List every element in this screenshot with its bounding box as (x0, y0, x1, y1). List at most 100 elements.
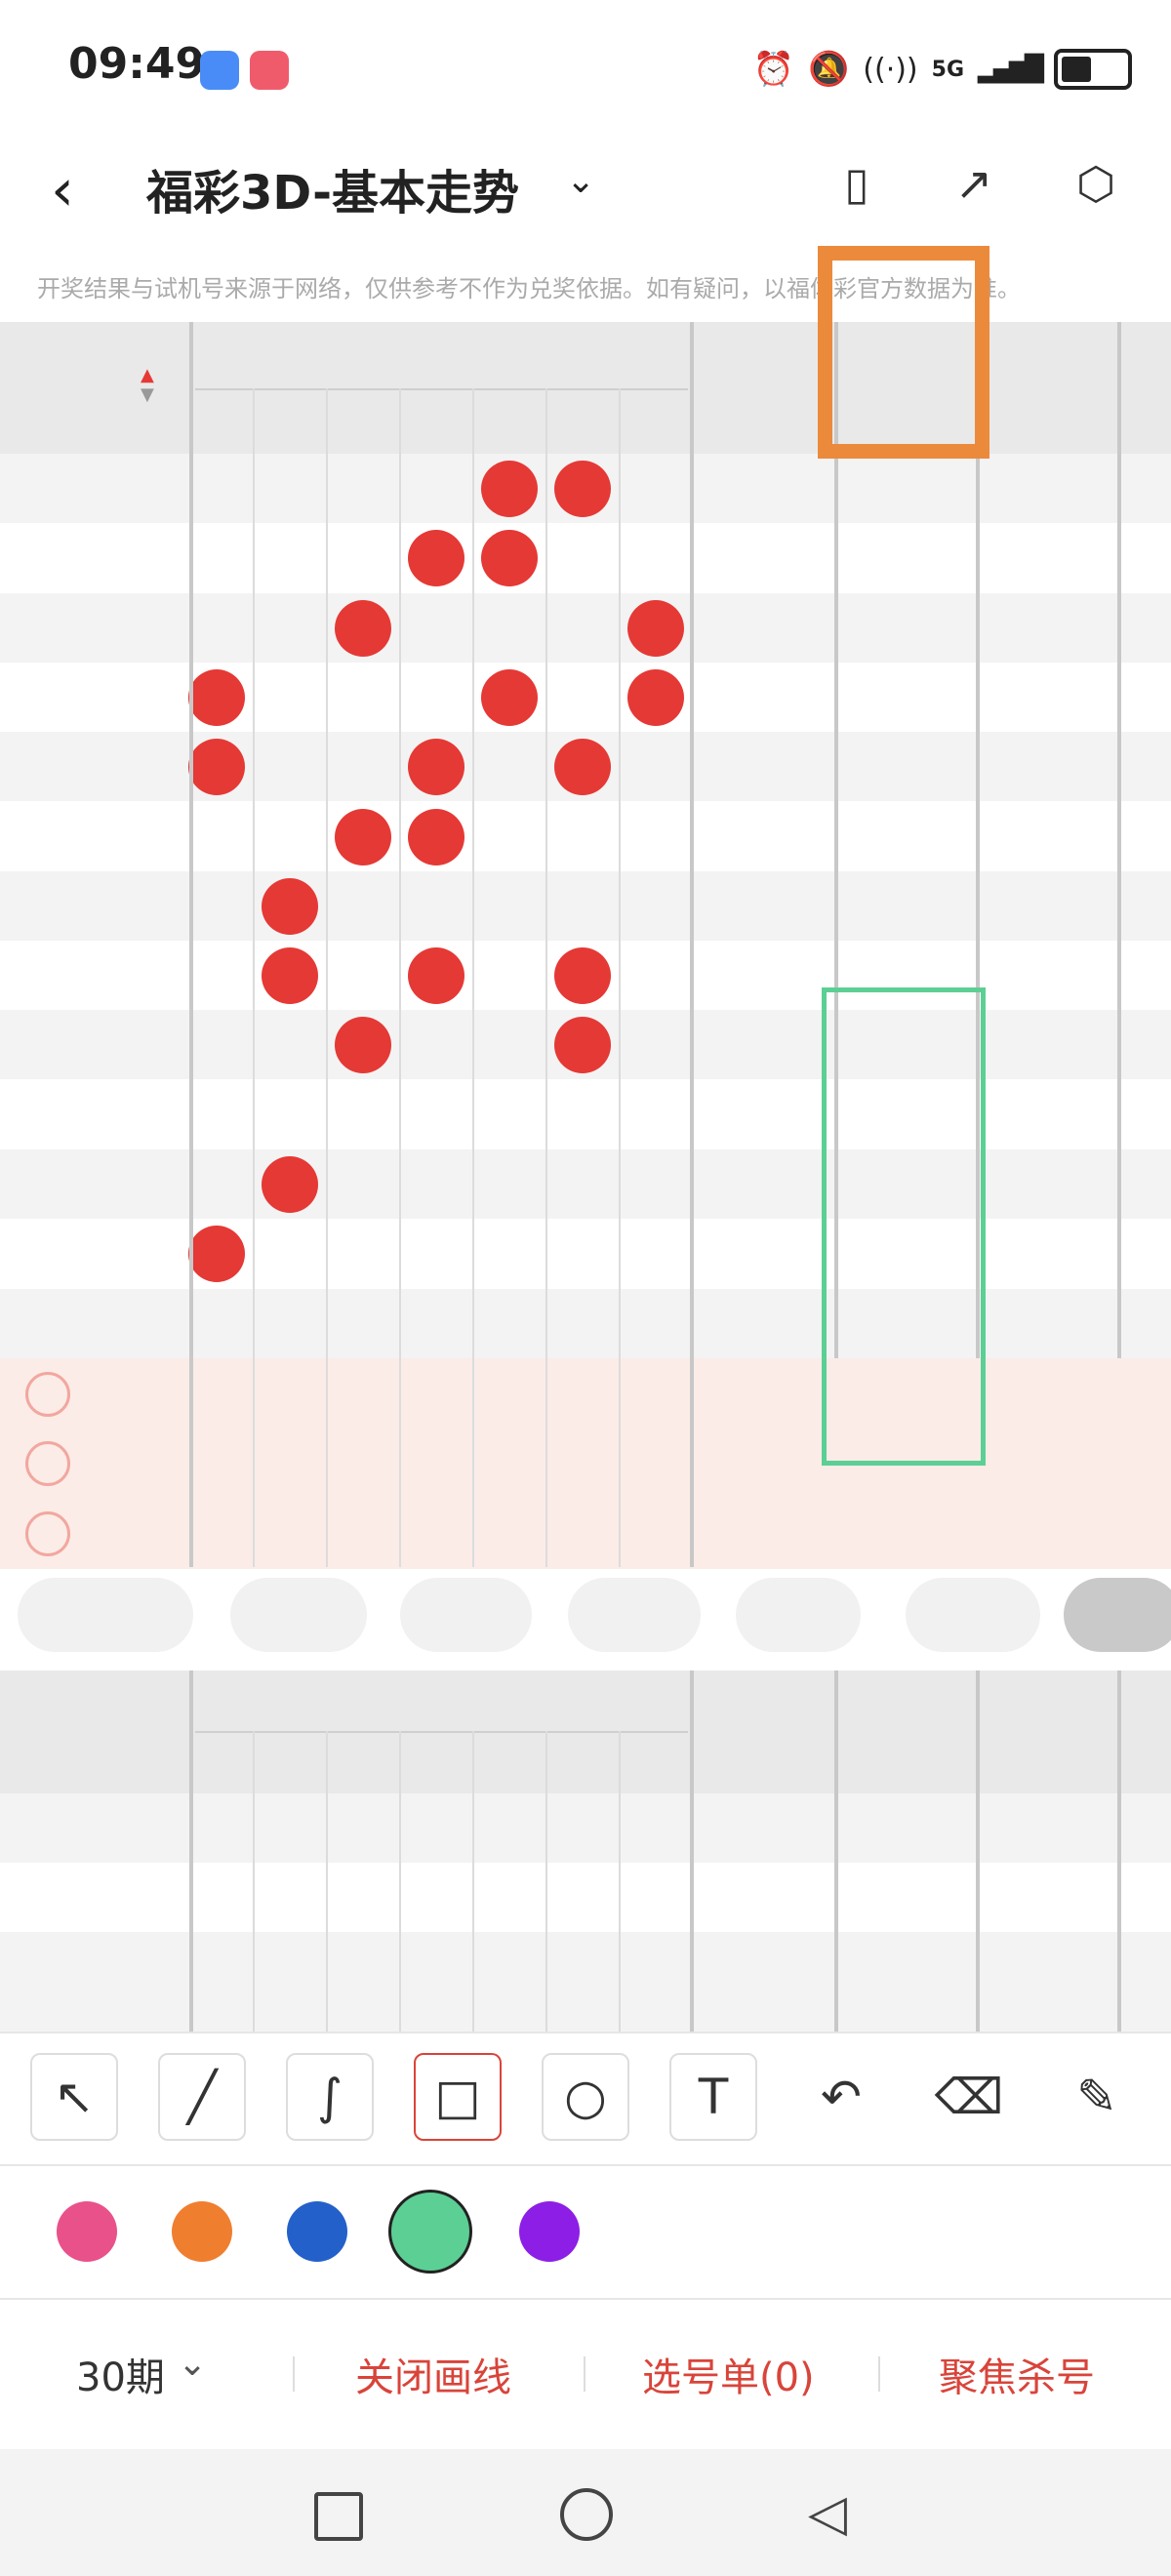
back-nav-icon[interactable]: ◁ (808, 2484, 847, 2543)
divider (976, 1670, 980, 2033)
alarm-icon: ⏰ (752, 50, 794, 89)
share-icon[interactable]: ↗ (947, 156, 1001, 211)
annotation-rectangle-green[interactable] (822, 987, 986, 1466)
circle-icon[interactable]: ○ (542, 2053, 629, 2141)
stats-table (0, 1670, 1171, 2033)
wifi-icon: ((·)) (863, 52, 918, 87)
action-button-5[interactable] (906, 1578, 1040, 1652)
hit-ball (408, 947, 464, 1005)
table-row (0, 1288, 1171, 1358)
color-swatch-3[interactable] (388, 2190, 472, 2274)
divider (619, 388, 621, 1567)
divider (1117, 322, 1121, 1358)
hit-ball (335, 808, 391, 865)
color-swatch-1[interactable] (172, 2201, 232, 2262)
hit-ball (554, 739, 611, 796)
home-icon[interactable] (560, 2488, 613, 2541)
bottom-bar: 30期 ⌄ 关闭画线 选号单(0) 聚焦杀号 (0, 2303, 1171, 2441)
chevron-down-icon[interactable]: ⌄ (566, 161, 595, 201)
table-row (0, 1219, 1171, 1289)
divider (472, 388, 474, 1567)
trend-table: ▲ ▼ (0, 322, 1171, 1569)
table-row (0, 1149, 1171, 1219)
action-button-0[interactable] (18, 1578, 193, 1652)
divider (189, 322, 193, 1567)
arrow-icon[interactable]: ↖ (30, 2053, 118, 2141)
divider (399, 1731, 401, 2033)
divider (326, 388, 328, 1567)
eraser-icon[interactable]: ⌫ (925, 2053, 1013, 2141)
stats-row (0, 1863, 1171, 1932)
group-divider (195, 388, 688, 390)
divider (189, 1670, 193, 2033)
settings-icon[interactable]: ⬡ (1069, 156, 1123, 211)
hit-ball (554, 461, 611, 517)
hit-ball (188, 668, 245, 726)
hit-ball (188, 1226, 245, 1283)
text-icon[interactable]: T (669, 2053, 757, 2141)
divider (545, 1731, 547, 2033)
hit-ball (481, 461, 538, 517)
hit-ball (627, 599, 684, 657)
status-indicators: ⏰ 🔕 ((·)) 5G ▂▄▆█ (753, 45, 1132, 94)
color-swatch-4[interactable] (519, 2201, 580, 2262)
hit-ball (554, 1017, 611, 1074)
divider (253, 1731, 255, 2033)
close-draw-button[interactable]: 关闭画线 (355, 2346, 511, 2402)
table-row (0, 801, 1171, 871)
hit-ball (335, 599, 391, 657)
group-divider (195, 1731, 688, 1733)
divider (253, 388, 255, 1567)
hit-ball (335, 1017, 391, 1074)
chevron-down-icon[interactable]: ⌄ (178, 2344, 207, 2384)
hit-ball (408, 808, 464, 865)
pick-radio[interactable] (25, 1441, 70, 1487)
pick-radio[interactable] (25, 1510, 70, 1556)
stats-row-partial (0, 2001, 1171, 2033)
action-button-2[interactable] (400, 1578, 532, 1652)
stats-row (0, 1793, 1171, 1863)
brush-icon[interactable]: ✎ (1053, 2053, 1141, 2141)
divider (619, 1731, 621, 2033)
annotation-rectangle-orange[interactable] (818, 246, 989, 459)
stats-row (0, 1932, 1171, 2001)
undo-icon[interactable]: ↶ (797, 2053, 885, 2141)
pick-row (0, 1358, 1171, 1428)
back-icon[interactable]: ‹ (51, 156, 74, 224)
pick-list-button[interactable]: 选号单(0) (642, 2346, 815, 2402)
recents-icon[interactable] (314, 2492, 363, 2541)
table-row (0, 662, 1171, 732)
phone-icon[interactable]: ▯ (829, 156, 884, 211)
divider (472, 1731, 474, 2033)
hit-ball (408, 530, 464, 587)
color-swatch-2[interactable] (287, 2201, 347, 2262)
pick-row (0, 1428, 1171, 1497)
color-swatch-0[interactable] (57, 2201, 117, 2262)
focus-kill-button[interactable]: 聚焦杀号 (939, 2346, 1095, 2402)
hit-ball (262, 877, 318, 935)
hit-ball (481, 668, 538, 726)
table-row (0, 870, 1171, 941)
action-button-6[interactable] (1064, 1578, 1171, 1652)
action-button-3[interactable] (568, 1578, 701, 1652)
period-select[interactable]: 30期 (76, 2346, 165, 2402)
message-app-icon (200, 51, 239, 90)
divider (399, 388, 401, 1567)
pick-radio[interactable] (25, 1371, 70, 1417)
sort-icon[interactable]: ▲ (141, 367, 154, 384)
table-row (0, 592, 1171, 663)
action-button-1[interactable] (230, 1578, 367, 1652)
rectangle-icon[interactable]: □ (414, 2053, 502, 2141)
line-icon[interactable]: ╱ (158, 2053, 246, 2141)
notification-app-icon (250, 51, 289, 90)
table-row (0, 523, 1171, 593)
signal-label: 5G (931, 57, 965, 82)
pick-row (0, 1498, 1171, 1567)
page-title[interactable]: 福彩3D-基本走势 (146, 154, 519, 222)
mute-icon: 🔕 (807, 50, 850, 89)
divider (545, 388, 547, 1567)
freehand-icon[interactable]: ∫ (286, 2053, 374, 2141)
hit-ball (554, 947, 611, 1005)
action-button-4[interactable] (736, 1578, 861, 1652)
sort-down-icon[interactable]: ▼ (141, 386, 154, 404)
